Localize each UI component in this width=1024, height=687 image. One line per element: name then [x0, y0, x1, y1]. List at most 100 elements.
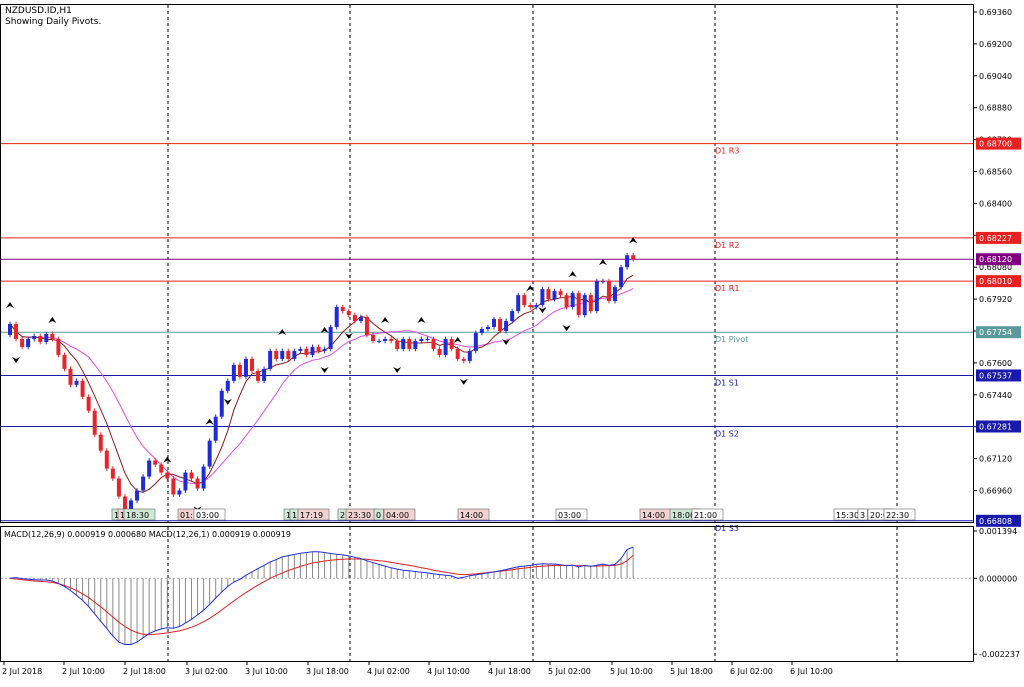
x-tick-label: 6 Jul 02:00	[730, 667, 773, 676]
candle-bull	[358, 317, 363, 322]
candle-bear	[286, 350, 291, 359]
time-marker-label: 18:00	[672, 511, 695, 520]
x-tick-label: 4 Jul 10:00	[427, 667, 470, 676]
current-price-label: 0.68120	[979, 255, 1012, 264]
candle-bear	[389, 338, 394, 341]
price-tag-label: 0.67537	[979, 371, 1012, 380]
candle-bear	[522, 295, 527, 306]
x-tick-label: 5 Jul 10:00	[610, 667, 653, 676]
candle-bear	[92, 410, 97, 435]
candle-bull	[619, 267, 624, 288]
chart-window[interactable]: 0.693600.692000.690400.688800.687200.685…	[0, 0, 1024, 683]
price-tag-label: 0.67754	[979, 328, 1012, 337]
candle-bull	[443, 338, 448, 355]
candle-bull	[219, 390, 224, 417]
candle-bull	[594, 281, 599, 312]
candle-bear	[195, 478, 200, 489]
x-tick-label: 4 Jul 18:00	[488, 667, 531, 676]
y-tick-label: 0.67440	[979, 391, 1012, 400]
candle-bear	[68, 368, 73, 385]
candle-bear	[159, 464, 164, 473]
candle-bear	[50, 333, 55, 339]
macd-y-tick-label: 0.001394	[979, 527, 1017, 536]
candle-bull	[377, 340, 382, 342]
y-tick-label: 0.69200	[979, 40, 1012, 49]
x-tick-label: 3 Jul 18:00	[306, 667, 349, 676]
candle-bear	[153, 460, 158, 465]
pivot-label: D1 R1	[715, 284, 739, 293]
candle-bull	[298, 348, 303, 351]
candle-bull	[479, 329, 484, 333]
candle-bear	[38, 335, 43, 342]
pivot-label: D1 Pivot	[715, 335, 748, 344]
macd-y-tick-label: -0.002237	[979, 650, 1020, 659]
candle-bear	[546, 289, 551, 300]
candle-bear	[364, 317, 369, 335]
time-marker-label: 3	[860, 511, 865, 520]
y-tick-label: 0.67120	[979, 455, 1012, 464]
candle-bear	[20, 338, 25, 347]
candle-bull	[26, 338, 31, 347]
candle-bear	[407, 338, 412, 349]
pivot-label: D1 S2	[715, 430, 739, 439]
candle-bear	[576, 293, 581, 316]
candle-bear	[104, 450, 109, 469]
candle-bear	[455, 348, 460, 359]
candle-bear	[588, 295, 593, 312]
macd-y-tick-label: 0.000000	[979, 574, 1017, 583]
x-tick-label: 4 Jul 02:00	[367, 667, 410, 676]
candle-bull	[413, 340, 418, 349]
macd-label: MACD(12,26,9) 0.000919 0.000680 MACD(12,…	[4, 530, 291, 539]
x-tick-label: 5 Jul 02:00	[548, 667, 591, 676]
macd-panel	[0, 526, 974, 662]
candle-bull	[74, 380, 79, 385]
candle-bull	[225, 380, 230, 391]
candle-bull	[613, 287, 617, 302]
candle-bear	[86, 396, 91, 411]
candle-bull	[534, 305, 539, 308]
candle-bear	[431, 338, 436, 349]
y-tick-label: 0.67920	[979, 295, 1012, 304]
time-marker-label: 0	[376, 511, 381, 520]
chart-canvas[interactable]: 0.693600.692000.690400.688800.687200.685…	[0, 0, 1024, 683]
candle-bear	[98, 434, 103, 451]
y-tick-label: 0.68400	[979, 199, 1012, 208]
candle-bull	[207, 440, 212, 467]
candle-bull	[425, 338, 430, 340]
candle-bull	[419, 338, 424, 341]
time-marker-label: 03:00	[558, 511, 581, 520]
time-marker-label: 1	[292, 511, 297, 520]
candle-bear	[256, 370, 261, 381]
y-tick-label: 0.66960	[979, 487, 1012, 496]
candle-bull	[492, 319, 496, 328]
pivot-label: D1 R3	[715, 147, 739, 156]
candle-bear	[437, 348, 442, 355]
time-marker-label: 2	[340, 511, 345, 520]
candle-bear	[631, 255, 636, 260]
price-tag-label: 0.66808	[979, 517, 1012, 526]
candle-bull	[467, 350, 472, 361]
candle-bear	[171, 478, 176, 495]
candle-bull	[147, 460, 152, 477]
time-marker-label: 03:00	[196, 511, 219, 520]
candle-bull	[570, 293, 575, 308]
candle-bull	[582, 295, 587, 316]
x-tick-label: 6 Jul 10:00	[790, 667, 833, 676]
price-tag-label: 0.68700	[979, 140, 1012, 149]
candle-bear	[250, 358, 254, 371]
price-panel	[0, 4, 974, 523]
candle-bear	[116, 478, 121, 497]
candle-bull	[485, 327, 490, 330]
x-tick-label: 3 Jul 02:00	[185, 667, 228, 676]
time-marker-label: 14:00	[642, 511, 665, 520]
candle-bull	[510, 311, 515, 322]
x-tick-label: 5 Jul 18:00	[670, 667, 713, 676]
y-tick-label: 0.69360	[979, 8, 1012, 17]
candle-bear	[122, 496, 127, 511]
price-tag-label: 0.68010	[979, 277, 1012, 286]
y-tick-label: 0.67600	[979, 359, 1012, 368]
candle-bear	[304, 348, 309, 355]
candle-bear	[62, 354, 67, 369]
candle-bull	[540, 289, 545, 306]
candle-bear	[189, 472, 194, 479]
